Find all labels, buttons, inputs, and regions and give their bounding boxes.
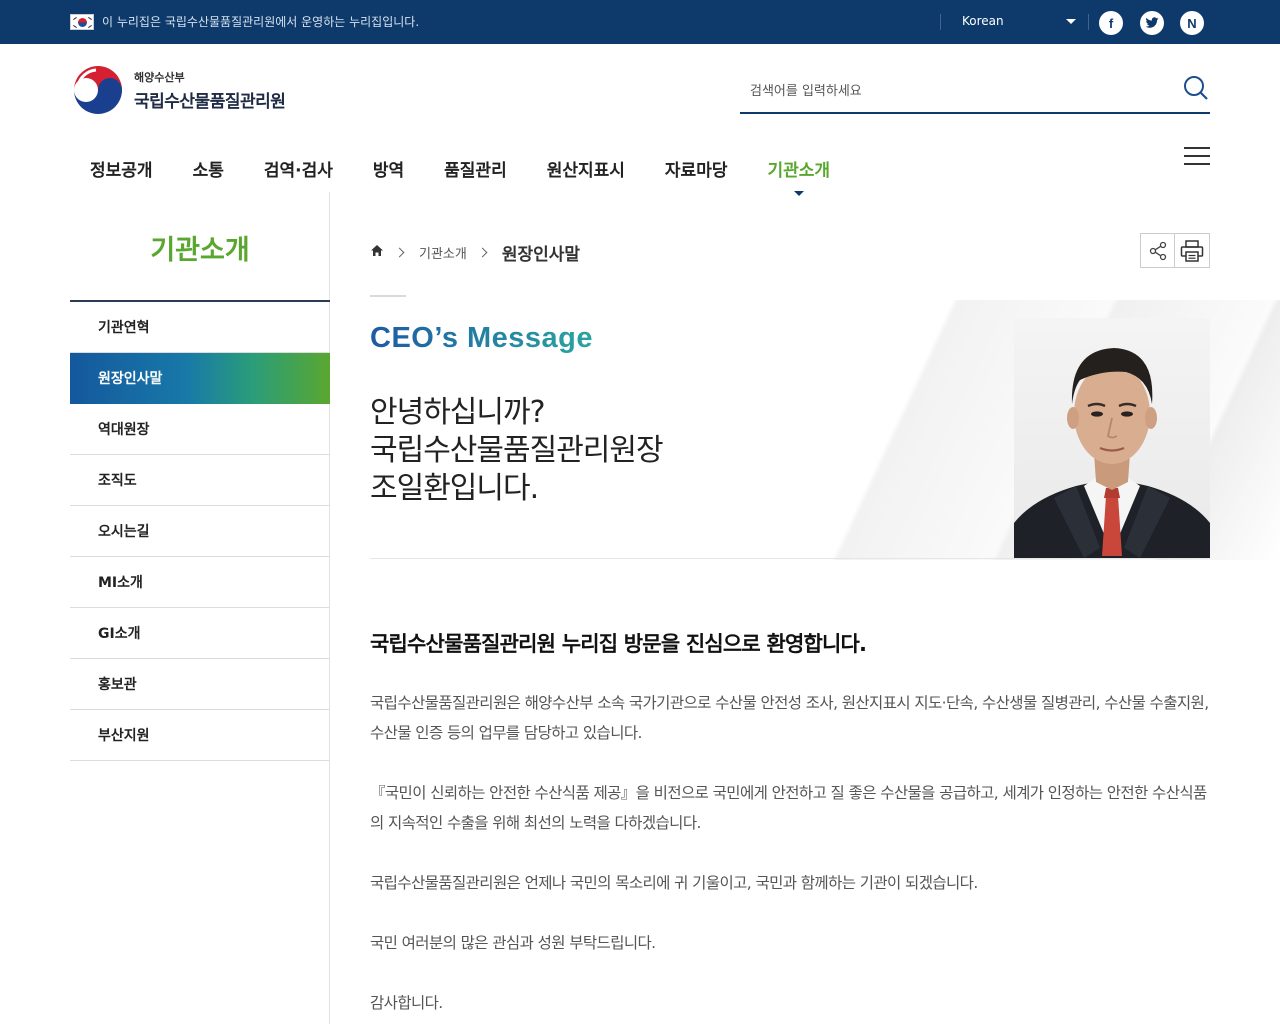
message-paragraph: 감사합니다. (370, 994, 443, 1012)
org-name: 국립수산물품질관리원 (134, 91, 286, 112)
ceo-portrait (1014, 318, 1210, 558)
chevron-down-icon (1066, 18, 1076, 24)
official-site-notice: 이 누리집은 국립수산물품질관리원에서 운영하는 누리집입니다. (70, 13, 419, 30)
search-input[interactable] (750, 78, 1170, 104)
government-emblem-icon (73, 65, 123, 115)
home-icon[interactable] (370, 244, 384, 261)
hamburger-menu-icon[interactable] (1184, 147, 1210, 167)
message-paragraph: 국립수산물품질관리원은 언제나 국민의 목소리에 귀 기울이고, 국민과 함께하… (370, 874, 978, 892)
korean-flag-icon (70, 13, 94, 30)
chevron-right-icon (394, 247, 405, 258)
page-tools (1140, 233, 1210, 268)
greeting-line: 국립수산물품질관리원장 (370, 433, 664, 468)
main-navigation: 정보공개 소통 검역·검사 방역 품질관리 원산지표시 자료마당 기관소개 (70, 156, 850, 196)
side-nav-list: 기관연혁 원장인사말 역대원장 조직도 오시는길 MI소개 GI소개 홍보관 부… (70, 300, 330, 761)
greeting-line: 조일환입니다. (370, 471, 539, 506)
gnb-item-quarantine[interactable]: 방역 (353, 156, 424, 186)
side-nav-item-busan-branch[interactable]: 부산지원 (70, 710, 330, 761)
greeting-text: 안녕하십니까? 국립수산물품질관리원장 조일환입니다. (370, 394, 664, 508)
gnb-item-inspection[interactable]: 검역·검사 (244, 156, 353, 186)
side-nav-item-directions[interactable]: 오시는길 (70, 506, 330, 557)
naver-blog-icon[interactable]: N (1180, 11, 1204, 35)
gnb-item-origin-labeling[interactable]: 원산지표시 (527, 156, 645, 186)
side-nav-item-pr-hall[interactable]: 홍보관 (70, 659, 330, 710)
facebook-icon[interactable]: f (1099, 11, 1123, 35)
site-logo[interactable]: 해양수산부 국립수산물품질관리원 (72, 64, 286, 116)
title-divider (370, 295, 406, 297)
message-paragraph: 『국민이 신뢰하는 안전한 수산식품 제공』을 비전으로 국민에게 안전하고 질… (370, 784, 1207, 832)
breadcrumb-current: 원장인사말 (501, 245, 581, 265)
search-icon[interactable] (1182, 74, 1210, 102)
side-navigation: 기관소개 기관연혁 원장인사말 역대원장 조직도 오시는길 MI소개 GI소개 … (70, 192, 330, 1024)
language-select[interactable]: Korean (962, 14, 1076, 28)
search-box (740, 70, 1210, 114)
breadcrumb-level1[interactable]: 기관소개 (419, 243, 467, 262)
message-paragraph: 국민 여러분의 많은 관심과 성원 부탁드립니다. (370, 934, 656, 952)
side-nav-title: 기관소개 (150, 235, 250, 266)
divider (940, 14, 941, 30)
gnb-item-info-disclosure[interactable]: 정보공개 (70, 156, 173, 186)
ministry-name: 해양수산부 (134, 70, 185, 84)
side-nav-item-former-heads[interactable]: 역대원장 (70, 404, 330, 455)
twitter-icon[interactable] (1140, 11, 1164, 35)
gnb-item-quality[interactable]: 품질관리 (424, 156, 527, 186)
section-divider (370, 558, 1210, 559)
message-paragraph: 국립수산물품질관리원은 해양수산부 소속 국가기관으로 수산물 안전성 조사, … (370, 694, 1209, 742)
greeting-line: 안녕하십니까? (370, 395, 546, 430)
gnb-item-resources[interactable]: 자료마당 (645, 156, 748, 186)
language-label: Korean (962, 14, 1004, 28)
gnb-item-about[interactable]: 기관소개 (747, 156, 850, 196)
notice-text: 이 누리집은 국립수산물품질관리원에서 운영하는 누리집입니다. (102, 15, 420, 29)
chevron-right-icon (477, 247, 488, 258)
welcome-headline: 국립수산물품질관리원 누리집 방문을 진심으로 환영합니다. (370, 632, 867, 656)
top-utility-bar: 이 누리집은 국립수산물품질관리원에서 운영하는 누리집입니다. Korean … (0, 0, 1280, 44)
side-nav-item-organization[interactable]: 조직도 (70, 455, 330, 506)
side-nav-item-gi[interactable]: GI소개 (70, 608, 330, 659)
message-body: 국립수산물품질관리원은 해양수산부 소속 국가기관으로 수산물 안전성 조사, … (370, 688, 1210, 1024)
side-nav-item-history[interactable]: 기관연혁 (70, 302, 330, 353)
breadcrumb: 기관소개 원장인사말 (370, 240, 580, 265)
ceo-message-heading: CEO’s Message (370, 322, 594, 354)
side-nav-item-mi[interactable]: MI소개 (70, 557, 330, 608)
print-icon[interactable] (1175, 233, 1210, 268)
gnb-item-communication[interactable]: 소통 (173, 156, 244, 186)
divider (1088, 14, 1089, 30)
side-nav-item-ceo-message[interactable]: 원장인사말 (70, 353, 330, 404)
share-icon[interactable] (1140, 233, 1175, 268)
